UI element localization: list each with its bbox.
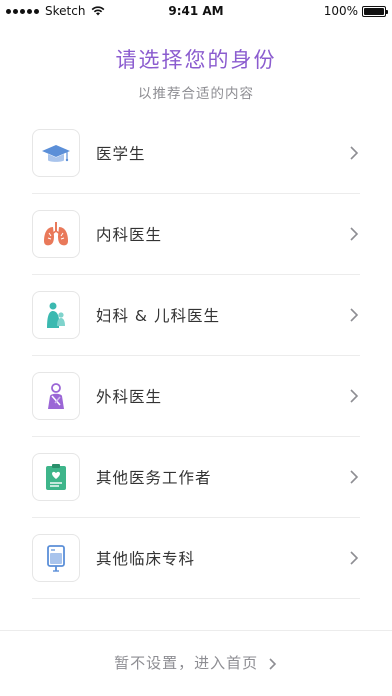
icon-container	[32, 129, 80, 177]
identity-option-obgyn-pediatrics[interactable]: 妇科 & 儿科医生	[32, 275, 360, 356]
identity-option-medical-student[interactable]: 医学生	[32, 113, 360, 194]
identity-option-internal-medicine[interactable]: 内科医生	[32, 194, 360, 275]
identity-list: 医学生 内科医生 妇科 & 儿科医生 外科医生 其他医务工作者 其他临床专科	[32, 113, 360, 599]
battery-icon	[362, 5, 388, 17]
chevron-right-icon	[350, 227, 359, 241]
chevron-right-icon	[350, 551, 359, 565]
chevron-right-icon	[350, 146, 359, 160]
identity-option-other-healthcare[interactable]: 其他医务工作者	[32, 437, 360, 518]
lungs-icon	[44, 222, 68, 246]
status-bar: Sketch 9:41 AM 100%	[0, 0, 392, 22]
icon-container	[32, 534, 80, 582]
chevron-right-icon	[350, 470, 359, 484]
identity-label: 其他医务工作者	[96, 469, 212, 487]
identity-label: 妇科 & 儿科医生	[96, 307, 220, 325]
graduation-cap-icon	[42, 145, 70, 162]
chevron-right-icon	[269, 657, 277, 670]
icon-container	[32, 291, 80, 339]
page-subtitle: 以推荐合适的内容	[138, 86, 254, 102]
icon-container	[32, 372, 80, 420]
battery-level-fill	[364, 7, 384, 15]
identity-label: 内科医生	[96, 226, 163, 244]
icon-container	[32, 210, 80, 258]
battery-percent: 100%	[323, 4, 358, 18]
surgeon-icon	[48, 383, 64, 409]
identity-label: 医学生	[96, 145, 146, 163]
status-bar-right: 100%	[323, 4, 388, 18]
skip-to-home-link[interactable]: 暂不设置，进入首页	[0, 652, 392, 673]
identity-option-other-clinical[interactable]: 其他临床专科	[32, 518, 360, 599]
identity-label: 其他临床专科	[96, 550, 196, 568]
identity-option-surgeon[interactable]: 外科医生	[32, 356, 360, 437]
skip-label: 暂不设置，进入首页	[114, 654, 259, 672]
identity-label: 外科医生	[96, 388, 163, 406]
iv-bag-icon	[47, 545, 65, 572]
footer-divider	[0, 630, 392, 631]
icon-container	[32, 453, 80, 501]
chevron-right-icon	[350, 308, 359, 322]
mother-child-icon	[47, 302, 65, 328]
medical-clipboard-icon	[46, 464, 66, 490]
chevron-right-icon	[350, 389, 359, 403]
page-title: 请选择您的身份	[115, 48, 277, 72]
